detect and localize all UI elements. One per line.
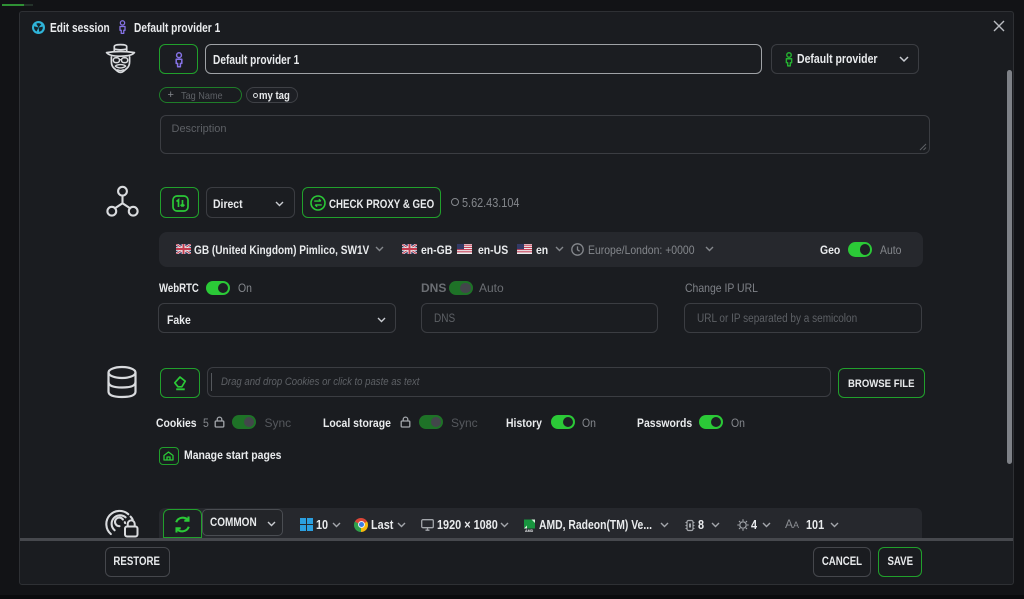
svg-text:AMD: AMD xyxy=(525,528,534,531)
